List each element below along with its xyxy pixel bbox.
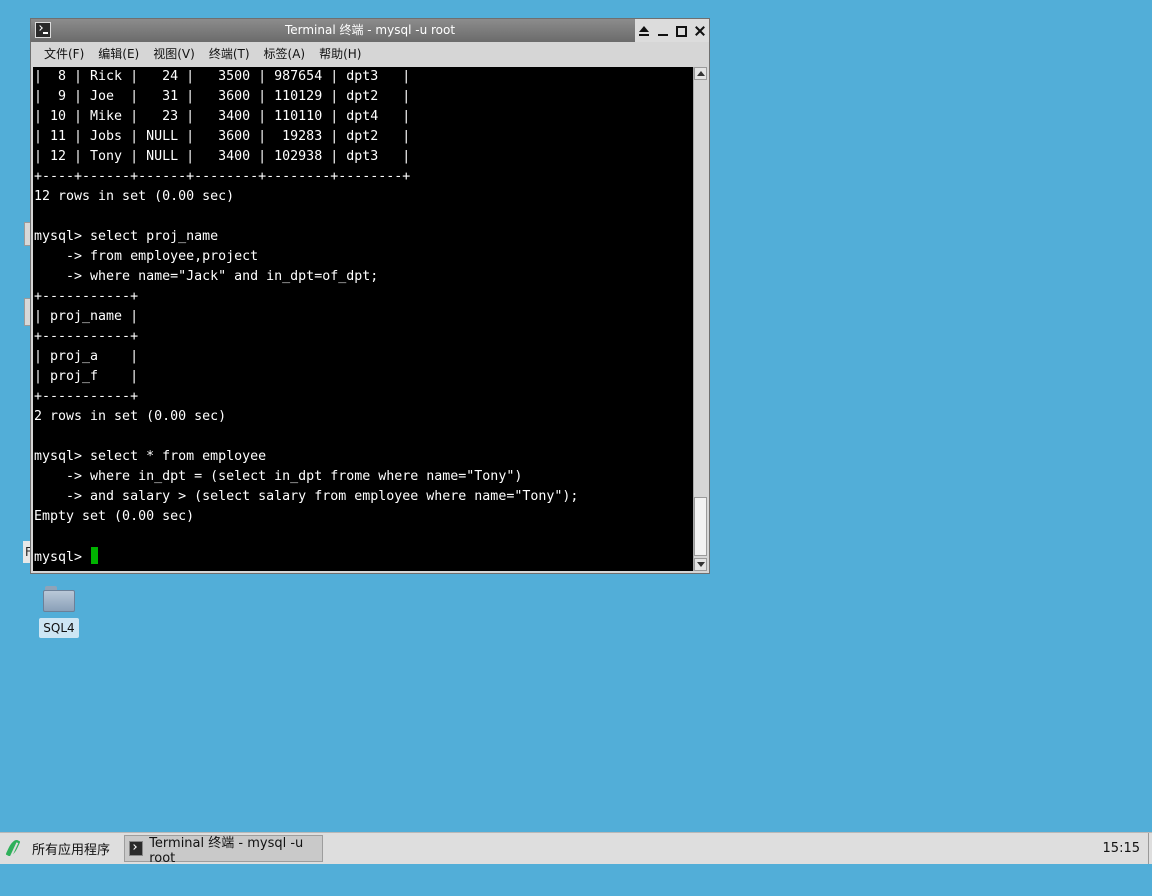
terminal-cursor [91, 547, 99, 564]
menu-edit[interactable]: 编辑(E) [91, 42, 146, 66]
vertical-scrollbar[interactable] [693, 67, 707, 571]
terminal-line: +-----------+ [34, 389, 139, 404]
terminal-line: +-----------+ [34, 329, 139, 344]
terminal-text: | 8 | Rick | 24 | 3500 | 987654 | dpt3 |… [33, 67, 693, 568]
window-controls [635, 19, 709, 42]
terminal-line: 12 rows in set (0.00 sec) [34, 189, 235, 204]
terminal-line: -> where in_dpt = (select in_dpt frome w… [34, 469, 523, 484]
terminal-line: +-----------+ [34, 289, 139, 304]
leaf-logo-icon [6, 838, 22, 860]
window-title: Terminal 终端 - mysql -u root [284, 23, 456, 37]
terminal-line: | proj_a | [34, 349, 139, 364]
show-desktop-button[interactable] [1148, 833, 1152, 864]
terminal-line: | proj_name | [34, 309, 139, 324]
terminal-line: -> where name="Jack" and in_dpt=of_dpt; [34, 269, 379, 284]
terminal-prompt: mysql> [34, 550, 91, 565]
menu-file[interactable]: 文件(F) [37, 42, 91, 66]
terminal-line: | 12 | Tony | NULL | 3400 | 102938 | dpt… [34, 149, 411, 164]
terminal-line: mysql> select * from employee [34, 449, 267, 464]
menu-bar: 文件(F) 编辑(E) 视图(V) 终端(T) 标签(A) 帮助(H) [31, 42, 709, 66]
terminal-icon [129, 841, 144, 856]
terminal-window[interactable]: Terminal 终端 - mysql -u root 文件(F) 编辑(E) … [30, 18, 710, 574]
start-menu-label: 所有应用程序 [32, 843, 111, 858]
terminal-line: | 10 | Mike | 23 | 3400 | 110110 | dpt4 … [34, 109, 411, 124]
shade-icon[interactable] [637, 24, 651, 38]
menu-help[interactable]: 帮助(H) [312, 42, 368, 66]
window-titlebar[interactable]: Terminal 终端 - mysql -u root [31, 19, 709, 42]
taskbar: 所有应用程序 Terminal 终端 - mysql -u root 15:15 [0, 832, 1152, 866]
terminal-line: | 8 | Rick | 24 | 3500 | 987654 | dpt3 | [34, 69, 411, 84]
terminal-line: 2 rows in set (0.00 sec) [34, 409, 227, 424]
taskbar-window-label: Terminal 终端 - mysql -u root [149, 835, 304, 866]
desktop-icon-label: SQL4 [39, 618, 79, 638]
minimize-icon[interactable] [656, 24, 670, 38]
folder-icon [42, 584, 76, 612]
desktop-icon-sql4[interactable]: SQL4 [38, 584, 80, 638]
menu-tabs[interactable]: 标签(A) [257, 42, 313, 66]
terminal-line: -> from employee,project [34, 249, 259, 264]
taskbar-window-button[interactable]: Terminal 终端 - mysql -u root [124, 835, 323, 866]
start-menu-button[interactable]: 所有应用程序 [6, 833, 110, 864]
terminal-line: +----+------+------+--------+--------+--… [34, 169, 411, 184]
terminal-line: mysql> select proj_name [34, 229, 219, 244]
menu-terminal[interactable]: 终端(T) [202, 42, 257, 66]
maximize-icon[interactable] [674, 24, 688, 38]
terminal-line: | 11 | Jobs | NULL | 3600 | 19283 | dpt2… [34, 129, 411, 144]
terminal-line: -> and salary > (select salary from empl… [34, 489, 579, 504]
terminal-output[interactable]: | 8 | Rick | 24 | 3500 | 987654 | dpt3 |… [33, 67, 693, 571]
scrollbar-thumb[interactable] [694, 497, 707, 556]
close-icon[interactable] [693, 24, 707, 38]
scroll-down-icon[interactable] [694, 558, 707, 571]
terminal-line: | proj_f | [34, 369, 139, 384]
terminal-line: Empty set (0.00 sec) [34, 509, 195, 524]
menu-view[interactable]: 视图(V) [146, 42, 202, 66]
clock[interactable]: 15:15 [1103, 833, 1140, 864]
terminal-line: | 9 | Joe | 31 | 3600 | 110129 | dpt2 | [34, 89, 411, 104]
scroll-up-icon[interactable] [694, 67, 707, 80]
